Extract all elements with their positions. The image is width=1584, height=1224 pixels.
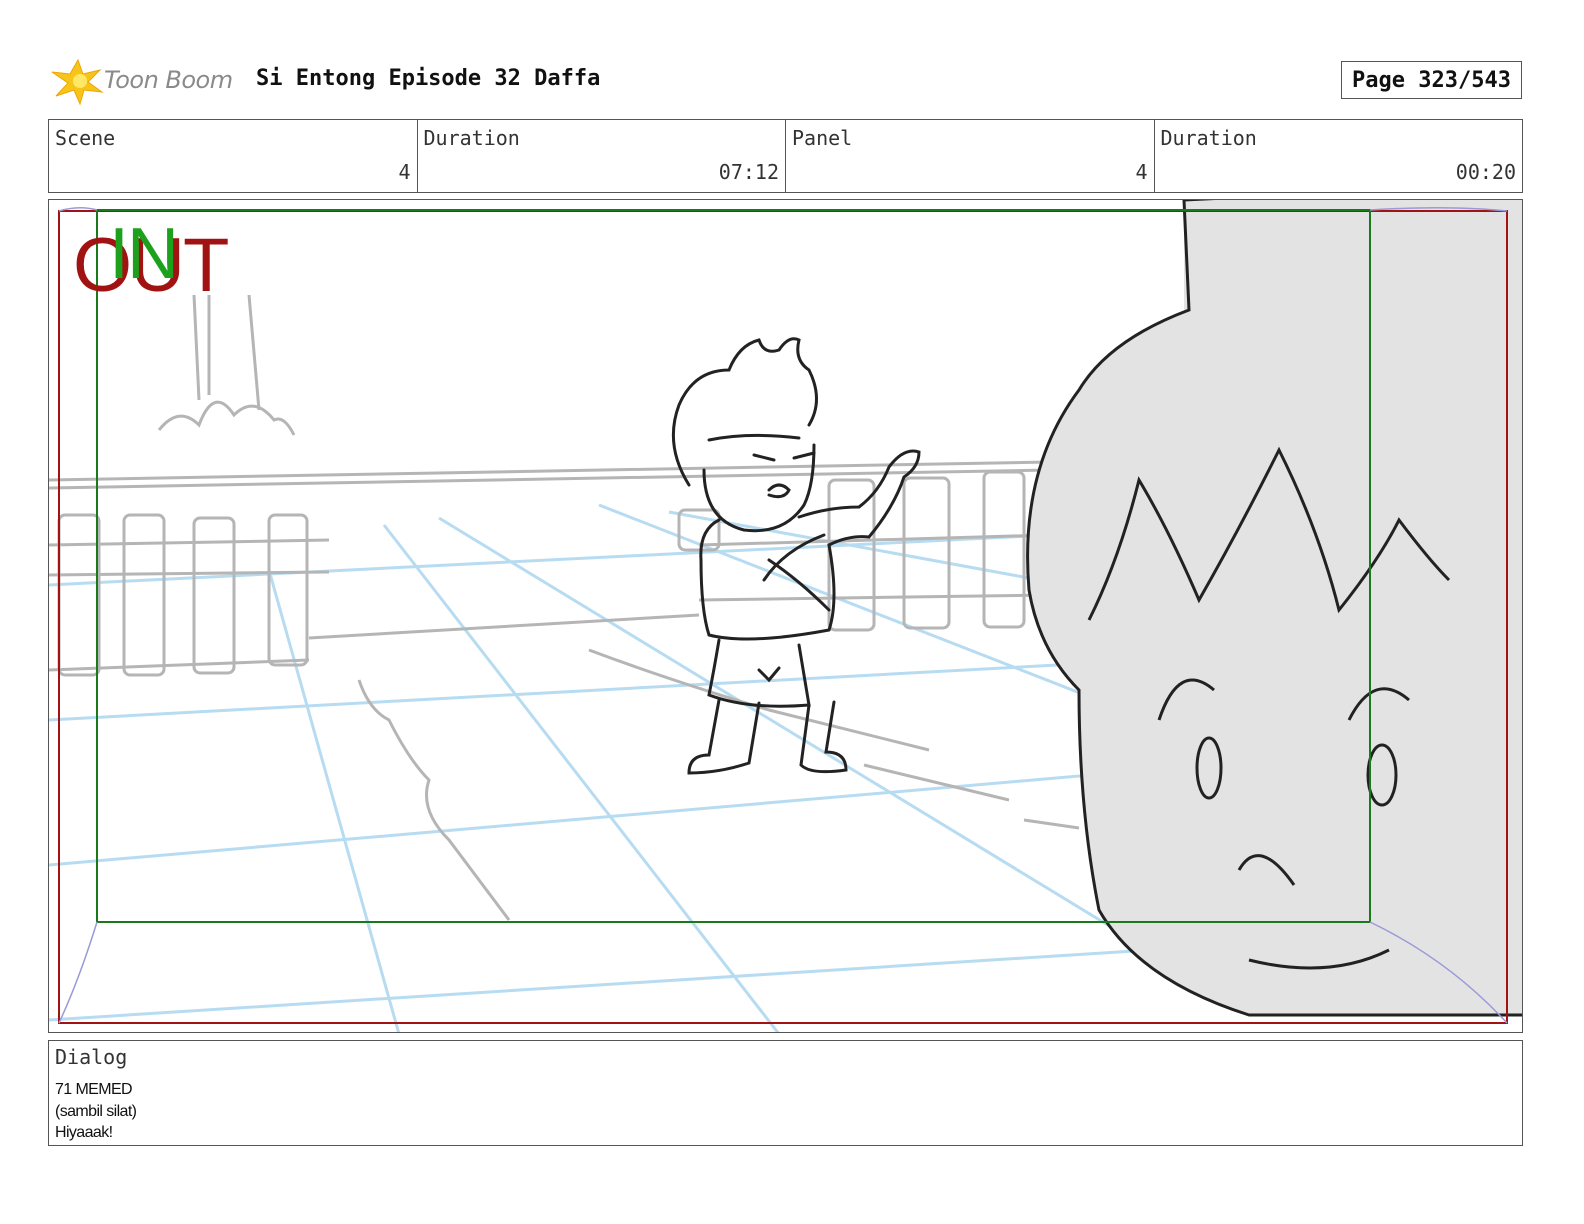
panel-value: 4 <box>1135 160 1148 184</box>
document-title: Si Entong Episode 32 Daffa <box>256 66 601 91</box>
scene-duration-cell: Duration 07:12 <box>416 120 786 192</box>
dialog-label: Dialog <box>55 1045 128 1069</box>
scene-info-row: Scene 4 Duration 07:12 Panel 4 Duration … <box>48 119 1523 193</box>
dialog-line: Hiyaaak! <box>55 1124 113 1141</box>
panel-duration-cell: Duration 00:20 <box>1153 120 1523 192</box>
starburst-logo-icon <box>51 58 104 106</box>
page-indicator: Page 323/543 <box>1341 61 1522 99</box>
dialog-text: 71 MEMED (sambil silat) Hiyaaak! <box>55 1079 137 1144</box>
character-sketch <box>671 337 921 775</box>
fence-sketch <box>49 294 1080 921</box>
logo-text: Toon Boom <box>104 66 233 94</box>
foreground-character-sketch <box>1026 200 1522 1017</box>
panel-cell: Panel 4 <box>785 120 1154 192</box>
panel-label: Panel <box>792 126 853 150</box>
scene-duration-label: Duration <box>423 126 520 150</box>
toon-boom-logo: Toon Boom <box>50 56 240 106</box>
scene-label: Scene <box>55 126 116 150</box>
scene-value: 4 <box>398 160 411 184</box>
in-label: IN <box>109 214 179 294</box>
dialog-line: (sambil silat) <box>55 1102 137 1120</box>
panel-duration-label: Duration <box>1160 126 1257 150</box>
storyboard-panel-image: OUT IN <box>48 199 1523 1033</box>
dialog-box: Dialog 71 MEMED (sambil silat) Hiyaaak! <box>48 1040 1523 1146</box>
scene-cell: Scene 4 <box>49 120 417 192</box>
scene-duration-value: 07:12 <box>718 160 779 184</box>
panel-duration-value: 00:20 <box>1455 160 1516 184</box>
sketch-drawing <box>49 200 1522 1032</box>
dialog-line: 71 MEMED <box>55 1081 133 1098</box>
